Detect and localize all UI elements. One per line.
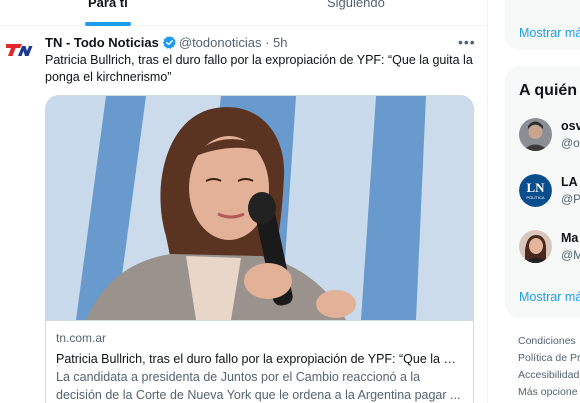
right-sidebar: Mostrar má A quién osv @o LN POLÍTICA LA…	[505, 0, 580, 403]
card-description: La candidata a presidenta de Juntos por …	[56, 370, 461, 402]
card-info[interactable]: tn.com.ar Patricia Bullrich, tras el dur…	[46, 320, 473, 403]
suggestion-name[interactable]: Ma	[561, 231, 578, 245]
suggestion-name[interactable]: osv	[561, 119, 580, 133]
trends-box: Mostrar má	[505, 0, 580, 50]
footer-link-more-options[interactable]: Más opcione	[518, 384, 580, 401]
footer-link-accessibility[interactable]: Accesibilidad	[518, 367, 580, 384]
ln-avatar-text: LN	[526, 180, 545, 195]
follow-suggestion[interactable]: osv @o	[519, 118, 580, 154]
show-more-link[interactable]: Mostrar má	[519, 290, 580, 304]
avatar[interactable]: LN POLÍTICA	[519, 174, 552, 207]
card-title: Patricia Bullrich, tras el duro fallo po…	[56, 352, 461, 366]
avatar[interactable]	[519, 230, 552, 263]
show-more-link[interactable]: Mostrar má	[519, 26, 580, 40]
suggestion-name[interactable]: LA	[561, 175, 578, 189]
suggestion-handle: @P	[561, 192, 580, 206]
suggestion-handle: @o	[561, 136, 580, 150]
tab-following[interactable]: Siguiendo	[327, 0, 385, 10]
footer-link-privacy[interactable]: Política de Pr	[518, 350, 580, 367]
verified-badge-icon	[162, 35, 176, 49]
card-domain: tn.com.ar	[56, 331, 107, 345]
tweet-timestamp[interactable]: 5h	[273, 35, 287, 50]
who-to-follow-box: A quién osv @o LN POLÍTICA LA @P Ma @M M…	[505, 66, 580, 318]
timeline-column: Para ti Siguiendo TN - Todo Noticias @tod…	[0, 0, 488, 403]
footer-links: Condiciones Política de Pr Accesibilidad…	[518, 333, 580, 401]
tweet-author-handle[interactable]: @todonoticias	[179, 35, 262, 50]
app-root: Para ti Siguiendo TN - Todo Noticias @tod…	[0, 0, 580, 403]
timeline-tabs: Para ti Siguiendo	[0, 0, 487, 26]
footer-link-terms[interactable]: Condiciones	[518, 333, 580, 350]
active-tab-indicator	[85, 22, 131, 26]
avatar[interactable]	[519, 118, 552, 151]
suggestion-handle: @M	[561, 248, 580, 262]
follow-suggestion[interactable]: LN POLÍTICA LA @P	[519, 174, 580, 210]
follow-suggestion[interactable]: Ma @M	[519, 230, 580, 266]
tab-for-you[interactable]: Para ti	[88, 0, 128, 10]
who-to-follow-title: A quién	[519, 82, 578, 99]
more-options-icon[interactable]: •••	[458, 34, 476, 50]
card-image[interactable]	[46, 96, 474, 320]
separator-dot: ·	[265, 35, 270, 50]
tweet-header: TN - Todo Noticias @todonoticias · 5h	[45, 35, 288, 51]
tweet-text: Patricia Bullrich, tras el duro fallo po…	[45, 53, 473, 84]
tn-logo-icon[interactable]	[5, 42, 33, 58]
ln-avatar-subtext: POLÍTICA	[526, 195, 545, 200]
link-preview-card[interactable]: tn.com.ar Patricia Bullrich, tras el dur…	[45, 95, 474, 403]
tweet-author-name[interactable]: TN - Todo Noticias	[45, 35, 159, 50]
